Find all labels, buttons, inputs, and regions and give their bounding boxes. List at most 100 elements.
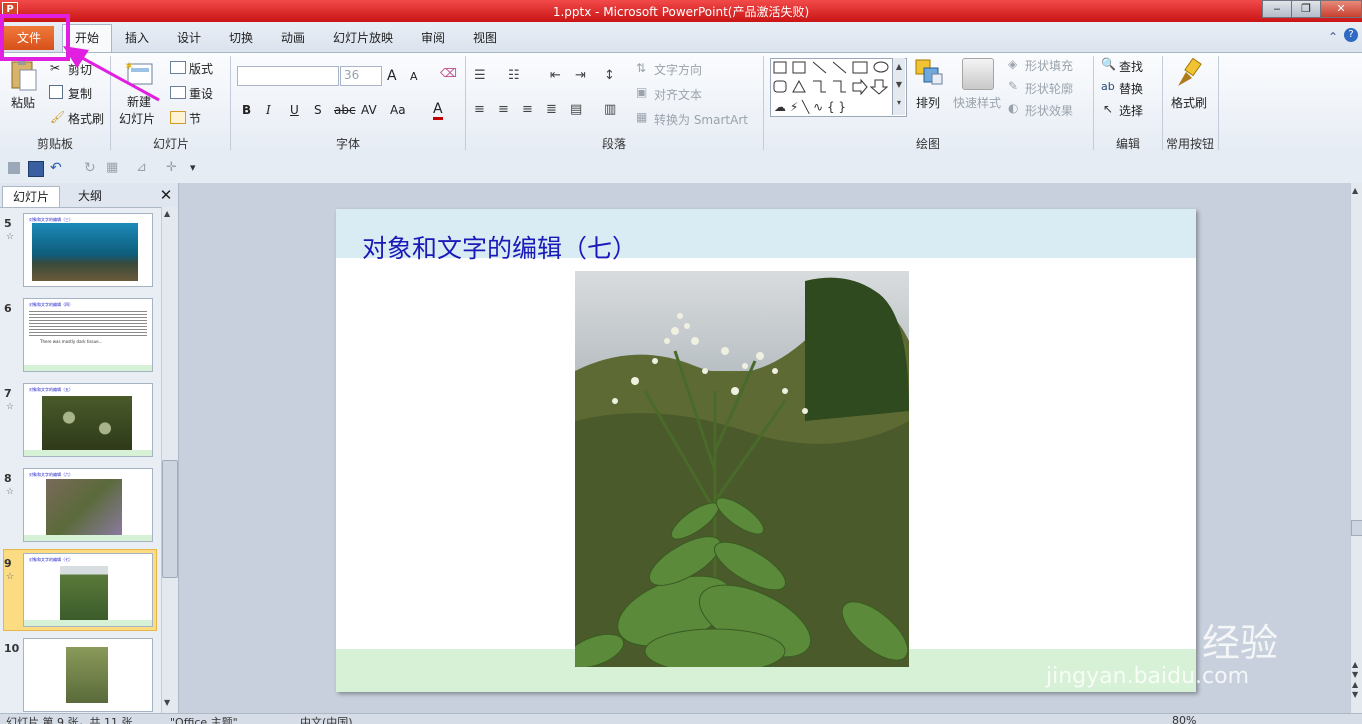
font-color-button[interactable]: A [433, 101, 443, 120]
shadow-button[interactable]: S [314, 103, 322, 117]
group-label-slides: 幻灯片 [152, 137, 189, 151]
scroll-up-icon[interactable]: ▲ [164, 209, 170, 218]
format-painter-icon[interactable]: 🖌 [50, 110, 65, 124]
align-text-icon[interactable]: ▣ [636, 85, 647, 99]
find-button[interactable]: 查找 [1119, 58, 1143, 75]
align-center-icon[interactable]: ≡ [498, 102, 509, 117]
tab-slideshow[interactable]: 幻灯片放映 [323, 28, 403, 48]
font-size-select[interactable]: 36 [340, 66, 382, 86]
quick-styles-button[interactable]: 快速样式 [953, 94, 1001, 111]
slide-thumbnail-7[interactable]: 对象和文字的编辑（五） [23, 383, 153, 457]
slide-thumbnail-9[interactable]: 对象和文字的编辑（七） [23, 553, 153, 627]
clear-format-icon[interactable]: ⌫ [440, 66, 457, 82]
increase-indent-icon[interactable]: ⇥ [575, 68, 586, 83]
shape-outline-button[interactable]: 形状轮廓 [1025, 80, 1073, 97]
char-spacing-button[interactable]: AV [361, 103, 377, 117]
find-icon[interactable]: 🔍 [1101, 57, 1116, 71]
edit-area-scroll-thumb[interactable] [1351, 520, 1362, 536]
tab-animations[interactable]: 动画 [271, 28, 315, 48]
tab-review[interactable]: 审阅 [411, 28, 455, 48]
tab-slides[interactable]: 幻灯片 [2, 186, 60, 207]
qat-customize-icon[interactable]: ▾ [190, 161, 196, 174]
maximize-button[interactable]: ❐ [1291, 0, 1321, 18]
underline-button[interactable]: U [290, 103, 299, 117]
close-button[interactable]: ✕ [1320, 0, 1362, 18]
shape-fill-button[interactable]: 形状填充 [1025, 57, 1073, 74]
reset-icon[interactable] [170, 86, 186, 99]
shapes-gallery-scroll[interactable]: ▲ ▼ ▾ [892, 58, 905, 115]
minimize-button[interactable]: ‒ [1262, 0, 1292, 18]
text-direction-icon[interactable]: ⇅ [636, 61, 646, 75]
align-right-icon[interactable]: ≡ [522, 102, 533, 117]
scroll-down-icon[interactable]: ▼ [164, 698, 170, 707]
select-button[interactable]: 选择 [1119, 102, 1143, 119]
replace-button[interactable]: 替换 [1119, 80, 1143, 97]
new-slide-dropdown[interactable]: 幻灯片 [119, 110, 155, 127]
text-direction-button[interactable]: 文字方向 [654, 61, 702, 78]
undo-icon[interactable]: ↶ [50, 160, 62, 176]
justify-icon[interactable]: ≣ [546, 102, 557, 117]
italic-button[interactable]: I [266, 103, 271, 117]
edit-area-scrollbar[interactable] [1350, 183, 1362, 713]
redo-icon[interactable]: ↻ [84, 160, 96, 176]
section-icon[interactable] [170, 111, 186, 124]
slide-photo-tobacco-plant[interactable] [575, 271, 909, 667]
format-painter-button[interactable]: 格式刷 [68, 110, 104, 127]
distribute-icon[interactable]: ▤ [570, 102, 582, 117]
slide-thumbnail-5[interactable]: 对象和文字的编辑（三） [23, 213, 153, 287]
format-painter-large-icon[interactable] [1174, 57, 1204, 88]
slide-thumbnail-6[interactable]: 对象和文字的编辑（四） There was mostly dark tissue… [23, 298, 153, 372]
decrease-indent-icon[interactable]: ⇤ [550, 68, 561, 83]
arrange-icon[interactable] [914, 58, 944, 88]
slides-pane-scroll-thumb[interactable] [162, 460, 178, 578]
quick-styles-icon[interactable] [962, 58, 994, 90]
shrink-font-button[interactable]: A [410, 70, 418, 83]
qat-tool-icon[interactable]: ▦ [106, 160, 118, 175]
numbering-icon[interactable]: ☷ [508, 68, 520, 83]
convert-smartart-button[interactable]: 转换为 SmartArt [654, 111, 748, 128]
layout-button[interactable]: 版式 [189, 60, 213, 77]
shape-effects-icon[interactable]: ◐ [1008, 101, 1018, 115]
format-painter-large-button[interactable]: 格式刷 [1171, 94, 1207, 111]
qat-tool3-icon[interactable]: ✛ [166, 160, 177, 175]
align-left-icon[interactable]: ≡ [474, 102, 485, 117]
help-icon[interactable]: ? [1344, 28, 1358, 42]
shape-fill-icon[interactable]: ◈ [1008, 57, 1017, 71]
select-icon[interactable]: ↖ [1103, 102, 1113, 116]
tab-design[interactable]: 设计 [167, 28, 211, 48]
grow-font-button[interactable]: A [387, 68, 397, 84]
paste-button[interactable]: 粘贴 [11, 94, 35, 111]
shape-effects-button[interactable]: 形状效果 [1025, 102, 1073, 119]
slide-number: 5 [4, 217, 12, 230]
font-family-select[interactable] [237, 66, 339, 86]
columns-icon[interactable]: ▥ [604, 102, 616, 117]
thumb-text-lines [29, 309, 147, 337]
smartart-icon[interactable]: ▦ [636, 110, 647, 124]
prev-next-slide-icons[interactable]: ▲ ▼ ▲ ▼ [1352, 660, 1358, 700]
pane-close-button[interactable]: ✕ [158, 186, 174, 204]
qat-tool2-icon[interactable]: ⊿ [136, 160, 147, 175]
line-spacing-icon[interactable]: ↕ [604, 68, 615, 83]
arrange-button[interactable]: 排列 [916, 94, 940, 111]
shape-outline-icon[interactable]: ✎ [1008, 79, 1018, 93]
save-icon[interactable] [28, 161, 44, 177]
tab-view[interactable]: 视图 [463, 28, 507, 48]
slide-thumbnail-8[interactable]: 对象和文字的编辑（六） [23, 468, 153, 542]
scroll-up-icon[interactable]: ▲ [1352, 186, 1358, 195]
slide-title[interactable]: 对象和文字的编辑（七） [362, 229, 637, 265]
bold-button[interactable]: B [242, 103, 251, 117]
replace-icon[interactable]: ab [1101, 80, 1115, 93]
strikethrough-button[interactable]: abc [334, 103, 356, 117]
bullets-icon[interactable]: ☰ [474, 68, 486, 83]
shapes-gallery[interactable]: ☁ ⚡ ╲ ∿ { } [770, 58, 907, 117]
tab-outline[interactable]: 大纲 [62, 186, 118, 206]
tab-transitions[interactable]: 切换 [219, 28, 263, 48]
change-case-button[interactable]: Aa [390, 103, 406, 117]
reset-button[interactable]: 重设 [189, 85, 213, 102]
minimize-ribbon-icon[interactable]: ⌃ [1328, 30, 1338, 44]
slide-thumbnail-10[interactable] [23, 638, 153, 712]
paste-icon[interactable] [8, 58, 38, 92]
align-text-button[interactable]: 对齐文本 [654, 86, 702, 103]
section-button[interactable]: 节 [189, 110, 201, 127]
layout-icon[interactable] [170, 61, 186, 74]
